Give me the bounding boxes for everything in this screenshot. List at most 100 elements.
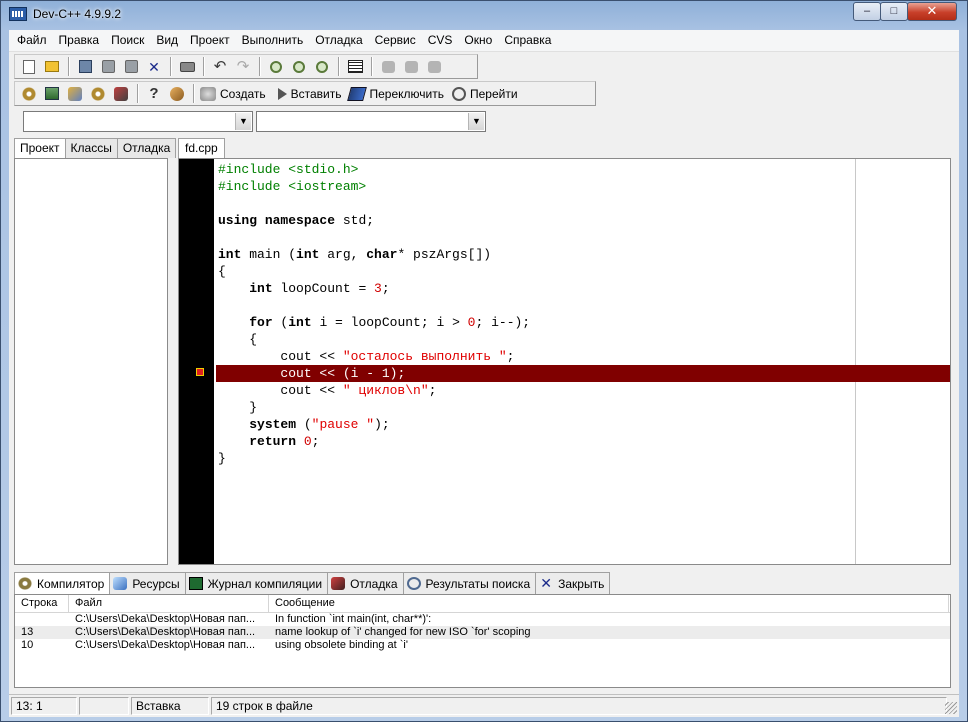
close-file-button[interactable]: ✕: [144, 57, 164, 77]
create-class-icon: [200, 86, 216, 101]
save-button[interactable]: [75, 57, 95, 77]
about-icon: [170, 86, 184, 101]
class-combo-arrow-icon[interactable]: ▼: [235, 113, 251, 130]
code-line[interactable]: int main (int arg, char* pszArgs[]): [216, 246, 950, 263]
member-combo[interactable]: ▼: [256, 111, 486, 132]
menu-cvs[interactable]: CVS: [422, 30, 459, 51]
code-line[interactable]: #include <stdio.h>: [216, 161, 950, 178]
menu-help[interactable]: Справка: [498, 30, 557, 51]
resize-grip-icon[interactable]: [945, 702, 957, 714]
redo-button[interactable]: ↷: [233, 57, 253, 77]
open-folder-icon: [45, 61, 59, 72]
code-line[interactable]: using namespace std;: [216, 212, 950, 229]
row-line: 13: [21, 626, 34, 638]
code-line[interactable]: [216, 229, 950, 246]
tab-debug[interactable]: Отладка: [116, 138, 177, 158]
code-line[interactable]: }: [216, 399, 950, 416]
code-line[interactable]: {: [216, 263, 950, 280]
tab-resources[interactable]: Ресурсы: [109, 572, 186, 594]
code-line[interactable]: }: [216, 450, 950, 467]
new-file-button[interactable]: [19, 57, 39, 77]
create-class-button[interactable]: Создать: [200, 84, 266, 104]
tab-close[interactable]: ✕ Закрыть: [535, 572, 611, 594]
menu-debug[interactable]: Отладка: [309, 30, 368, 51]
table-row[interactable]: 13 C:\Users\Deka\Desktop\Новая пап... na…: [15, 626, 950, 639]
replace-button[interactable]: [289, 57, 309, 77]
menu-project[interactable]: Проект: [184, 30, 236, 51]
remove-from-project-button[interactable]: [401, 57, 421, 77]
about-button[interactable]: [167, 84, 187, 104]
maximize-button[interactable]: □: [880, 2, 908, 21]
row-line: [15, 613, 69, 626]
code-line[interactable]: return 0;: [216, 433, 950, 450]
code-line[interactable]: cout << "осталось выполнить ";: [216, 348, 950, 365]
class-combo[interactable]: ▼: [23, 111, 253, 132]
insert-button[interactable]: Вставить: [274, 84, 341, 104]
code-editor[interactable]: #include <stdio.h> #include <iostream> us…: [178, 158, 951, 565]
project-tree-panel[interactable]: [14, 158, 168, 565]
tab-project[interactable]: Проект: [14, 138, 66, 159]
help-button[interactable]: ?: [144, 84, 164, 104]
code-line[interactable]: int loopCount = 3;: [216, 280, 950, 297]
compile-button[interactable]: [19, 84, 39, 104]
insert-arrow-icon: [277, 87, 287, 100]
member-combo-arrow-icon[interactable]: ▼: [468, 113, 484, 130]
menu-window[interactable]: Окно: [458, 30, 498, 51]
compile-and-run-button[interactable]: [65, 84, 85, 104]
menu-edit[interactable]: Правка: [53, 30, 106, 51]
menu-file[interactable]: Файл: [11, 30, 53, 51]
status-line-count: 19 строк в файле: [211, 696, 947, 715]
add-to-project-button[interactable]: [378, 57, 398, 77]
debug-button[interactable]: [111, 84, 131, 104]
code-line[interactable]: #include <iostream>: [216, 178, 950, 195]
tab-classes[interactable]: Классы: [64, 138, 118, 158]
column-file[interactable]: Файл: [69, 595, 269, 612]
run-button[interactable]: [42, 84, 62, 104]
dev-cpp-app-icon[interactable]: [9, 7, 27, 21]
menu-view[interactable]: Вид: [150, 30, 184, 51]
project-options-button[interactable]: [424, 57, 444, 77]
close-window-button[interactable]: ✕: [907, 2, 957, 21]
print-button[interactable]: [177, 57, 197, 77]
error-highlighted-line[interactable]: cout << (i - 1);: [216, 365, 950, 382]
code-line[interactable]: for (int i = loopCount; i > 0; i--);: [216, 314, 950, 331]
tab-compile-log[interactable]: Журнал компиляции: [184, 572, 329, 594]
compile-log-icon: [188, 577, 203, 590]
help-question-icon: ?: [149, 85, 159, 102]
code-text[interactable]: #include <stdio.h> #include <iostream> us…: [216, 161, 950, 467]
toggle-bookmark-button[interactable]: Переключить: [347, 84, 444, 104]
toolbar-separator: [371, 57, 373, 76]
code-line[interactable]: [216, 297, 950, 314]
find-next-button[interactable]: [312, 57, 332, 77]
undo-button[interactable]: ↶: [210, 57, 230, 77]
code-line[interactable]: [216, 195, 950, 212]
find-icon: [270, 60, 282, 73]
goto-line-button[interactable]: [345, 57, 365, 77]
find-button[interactable]: [266, 57, 286, 77]
editor-gutter[interactable]: [179, 159, 214, 564]
code-line[interactable]: system ("pause ");: [216, 416, 950, 433]
title-bar[interactable]: Dev-C++ 4.9.9.2 – □ ✕: [1, 1, 967, 29]
minimize-button[interactable]: –: [853, 2, 881, 21]
table-row[interactable]: C:\Users\Deka\Desktop\Новая пап... In fu…: [15, 613, 950, 626]
rebuild-all-button[interactable]: [88, 84, 108, 104]
code-line[interactable]: {: [216, 331, 950, 348]
tab-find-results[interactable]: Результаты поиска: [402, 572, 537, 594]
debug-icon: [114, 86, 128, 101]
tab-compiler[interactable]: Компилятор: [14, 572, 111, 594]
row-message: using obsolete binding at `i': [275, 639, 408, 651]
tab-file-fd-cpp[interactable]: fd.cpp: [178, 138, 225, 158]
code-line[interactable]: cout << " циклов\n";: [216, 382, 950, 399]
menu-execute[interactable]: Выполнить: [236, 30, 310, 51]
save-all-button[interactable]: [98, 57, 118, 77]
tab-debug-output[interactable]: Отладка: [327, 572, 404, 594]
compiler-messages-table[interactable]: Строка Файл Сообщение C:\Users\Deka\Desk…: [14, 594, 951, 688]
save-as-button[interactable]: [121, 57, 141, 77]
table-row[interactable]: 10 C:\Users\Deka\Desktop\Новая пап... us…: [15, 639, 950, 652]
menu-tools[interactable]: Сервис: [369, 30, 422, 51]
goto-bookmark-button[interactable]: Перейти: [451, 84, 518, 104]
menu-search[interactable]: Поиск: [105, 30, 150, 51]
open-file-button[interactable]: [42, 57, 62, 77]
column-line[interactable]: Строка: [15, 595, 69, 612]
column-message[interactable]: Сообщение: [269, 595, 949, 612]
